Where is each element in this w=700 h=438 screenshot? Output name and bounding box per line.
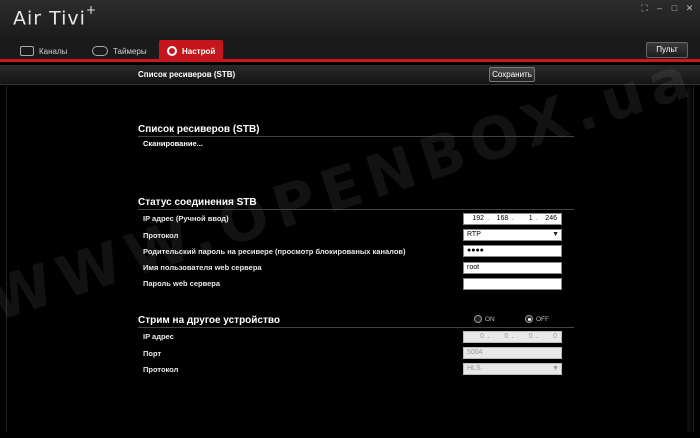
section-divider: [138, 209, 574, 210]
ip-octet[interactable]: 168: [492, 214, 509, 224]
stream-ip-input[interactable]: 0. 0. 0. 0: [463, 331, 562, 343]
tab-settings[interactable]: Настрой: [159, 40, 224, 62]
protocol-label: Протокол: [143, 231, 179, 240]
stream-ip-label: IP адрес: [143, 332, 174, 341]
timer-icon: [92, 46, 108, 56]
subheader: Список ресиверов (STB) Сохранить: [0, 65, 700, 85]
stream-protocol-label: Протокол: [143, 365, 179, 374]
save-button[interactable]: Сохранить: [489, 67, 535, 82]
maximize-icon[interactable]: □: [670, 4, 679, 13]
window-controls: ⛶ – □ ✕: [640, 4, 694, 13]
web-password-label: Пароль web сервера: [143, 279, 221, 288]
scan-status: Сканирование...: [143, 139, 203, 148]
stream-protocol-select[interactable]: HLS ▼: [463, 363, 562, 375]
receivers-section-title: Список ресиверов (STB): [138, 124, 260, 135]
radio-label: ON: [485, 315, 495, 323]
stream-section-title: Стрим на другое устройство: [138, 315, 281, 326]
tv-icon: [20, 46, 34, 56]
protocol-value: RTP: [467, 231, 481, 238]
stream-off-radio[interactable]: OFF: [525, 315, 549, 323]
section-divider: [138, 136, 574, 137]
tab-label: Таймеры: [113, 46, 147, 56]
tab-label: Настрой: [182, 46, 216, 56]
stb-section-title: Статус соединения STB: [138, 197, 257, 208]
ip-octet[interactable]: 0: [517, 332, 533, 342]
protocol-value: HLS: [467, 365, 481, 372]
stb-protocol-select[interactable]: RTP ▼: [463, 229, 562, 241]
parental-password-input[interactable]: ●●●●: [463, 245, 562, 257]
stream-on-radio[interactable]: ON: [474, 315, 495, 323]
tab-bar: Каналы Таймеры Настрой Пульт: [0, 38, 700, 62]
gear-icon: [167, 46, 177, 56]
fullscreen-icon[interactable]: ⛶: [640, 4, 649, 13]
section-divider: [138, 327, 574, 328]
remote-button[interactable]: Пульт: [646, 42, 688, 58]
radio-label: OFF: [536, 315, 549, 323]
title-bar: Air Tivi+ ⛶ – □ ✕: [0, 0, 700, 38]
tab-label: Каналы: [39, 46, 68, 56]
ip-octet[interactable]: 0: [541, 332, 557, 342]
stb-ip-input[interactable]: 192. 168. 1. 246: [463, 213, 562, 225]
web-user-input[interactable]: root: [463, 262, 562, 274]
ip-octet[interactable]: 246: [541, 214, 557, 224]
web-password-input[interactable]: [463, 278, 562, 290]
minimize-icon[interactable]: –: [655, 4, 664, 13]
ip-octet[interactable]: 0: [468, 332, 484, 342]
tab-timers[interactable]: Таймеры: [84, 40, 155, 62]
radio-checked-icon: [525, 315, 533, 323]
ip-octet[interactable]: 0: [492, 332, 508, 342]
dropdown-arrow-icon: ▼: [552, 231, 559, 238]
settings-panel: [6, 86, 694, 432]
app-title: Air Tivi+: [13, 3, 98, 30]
close-icon[interactable]: ✕: [685, 4, 694, 13]
scrollbar[interactable]: [687, 86, 691, 432]
web-user-label: Имя пользователя web сервера: [143, 263, 262, 272]
ip-octet[interactable]: 1: [517, 214, 533, 224]
radio-icon: [474, 315, 482, 323]
dropdown-arrow-icon: ▼: [552, 365, 559, 372]
page-title: Список ресиверов (STB): [138, 70, 236, 79]
parental-password-label: Родительский пароль на ресивере (просмот…: [143, 247, 406, 256]
tab-channels[interactable]: Каналы: [12, 40, 75, 62]
stream-port-input[interactable]: 5004: [463, 347, 562, 359]
ip-label: IP адрес (Ручной ввод): [143, 214, 229, 223]
stream-port-label: Порт: [143, 349, 162, 358]
ip-octet[interactable]: 192: [468, 214, 484, 224]
